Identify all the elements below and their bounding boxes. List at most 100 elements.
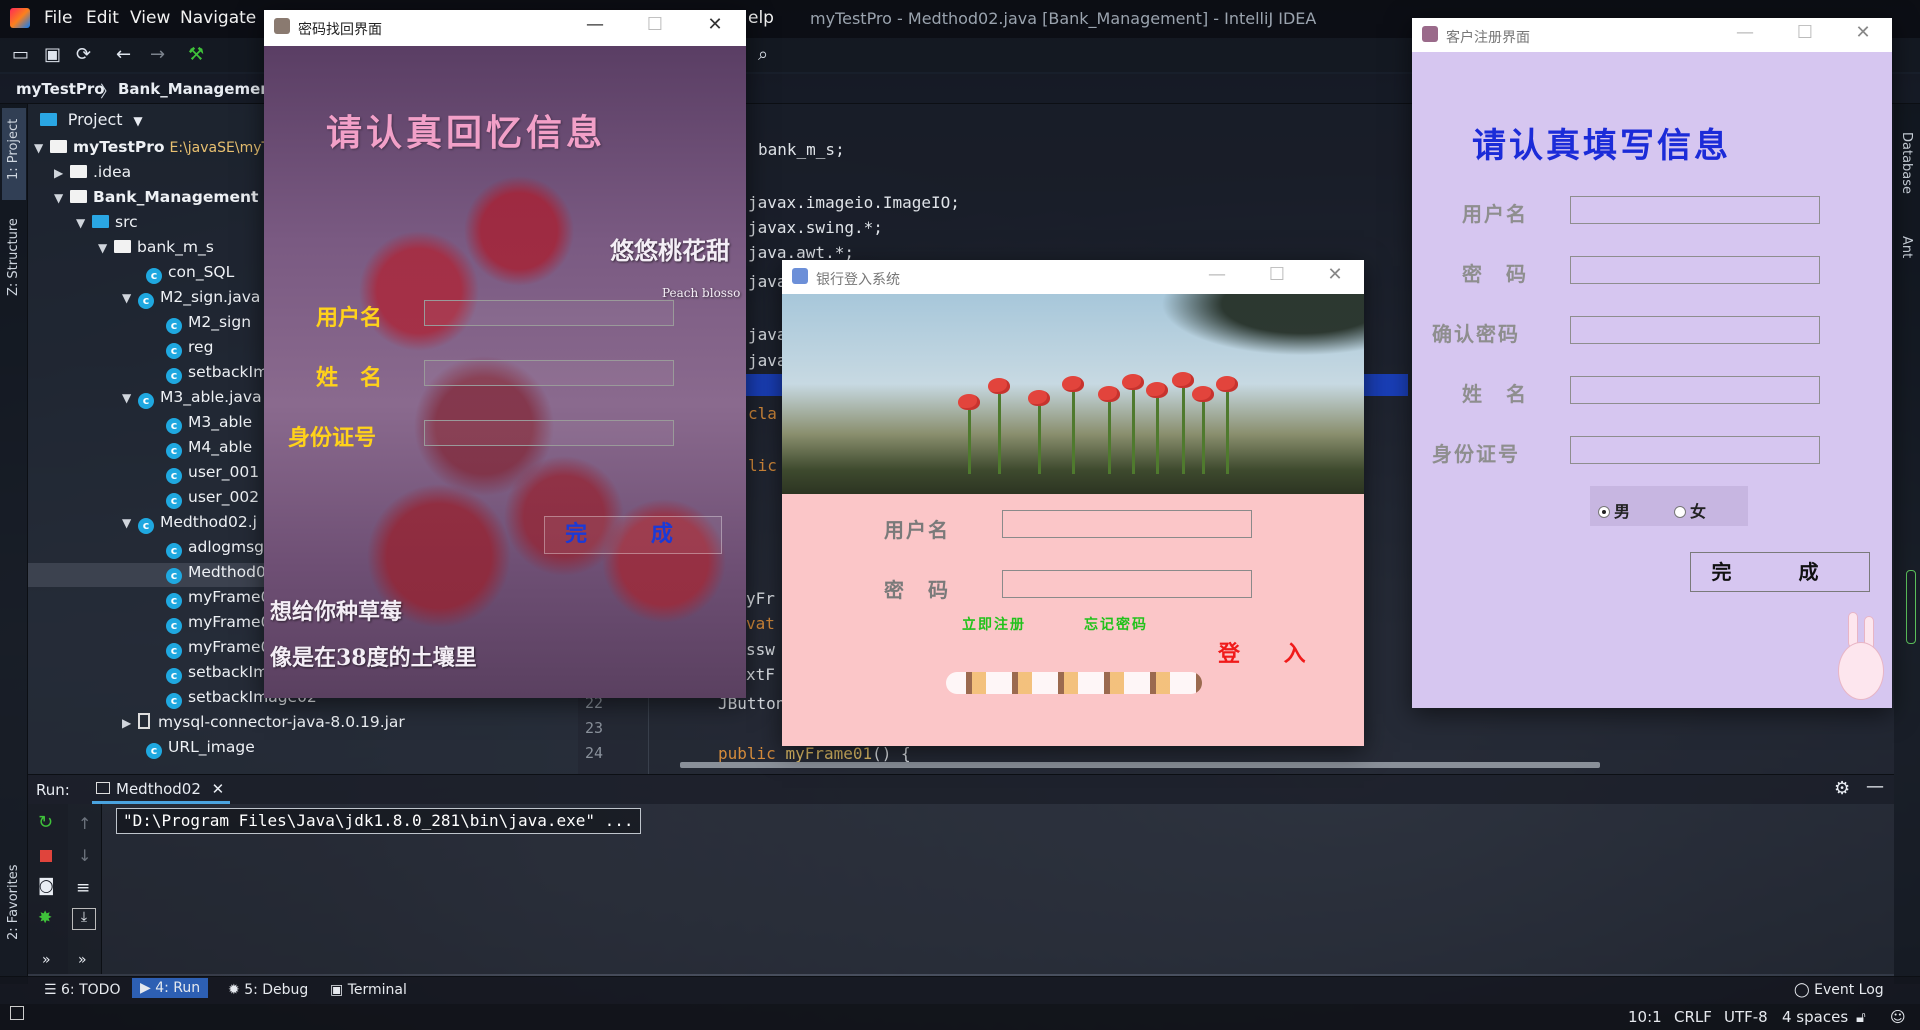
register-id-input[interactable] bbox=[1570, 436, 1820, 464]
tree-item-mysql-jar[interactable]: ▶ mysql-connector-java-8.0.19.jar bbox=[122, 713, 405, 737]
gender-male-radio[interactable]: 男 bbox=[1598, 498, 1630, 522]
tree-item-m4-able[interactable]: c M4_able bbox=[166, 438, 252, 462]
login-titlebar[interactable]: 银行登入系统 — ☐ ✕ bbox=[782, 260, 1364, 294]
save-icon[interactable]: ▣ bbox=[44, 44, 61, 65]
tree-item-user-002[interactable]: c user_002 bbox=[166, 488, 259, 512]
maximize-button[interactable]: ☐ bbox=[640, 14, 670, 35]
database-tool-label[interactable]: Database bbox=[1899, 132, 1914, 194]
recovery-username-input[interactable] bbox=[424, 300, 674, 326]
close-icon[interactable]: ✕ bbox=[212, 780, 225, 798]
minimize-button[interactable]: — bbox=[1202, 264, 1232, 285]
minimize-button[interactable]: — bbox=[580, 14, 610, 35]
event-log-tab[interactable]: ◯ Event Log bbox=[1794, 982, 1884, 998]
down-arrow-icon[interactable]: ↓ bbox=[78, 846, 91, 865]
login-username-input[interactable] bbox=[1002, 510, 1252, 538]
maximize-button[interactable]: ☐ bbox=[1790, 22, 1820, 43]
tree-item-user-001[interactable]: c user_001 bbox=[166, 463, 259, 487]
sync-icon[interactable]: ⟳ bbox=[76, 44, 91, 65]
tree-item-adlogmsg[interactable]: c adlogmsg bbox=[166, 538, 264, 562]
recovery-titlebar[interactable]: 密码找回界面 — ☐ ✕ bbox=[264, 10, 746, 46]
run-tab-medthod02[interactable]: Medthod02 ✕ bbox=[92, 776, 231, 804]
minimize-panel-icon[interactable]: — bbox=[1866, 776, 1884, 797]
project-panel-header[interactable]: Project ▼ bbox=[40, 110, 143, 129]
gender-female-radio[interactable]: 女 bbox=[1674, 498, 1706, 522]
menu-edit[interactable]: Edit bbox=[86, 8, 119, 28]
register-done-button[interactable]: 完 成 bbox=[1690, 552, 1870, 592]
more-icon[interactable]: » bbox=[42, 952, 51, 968]
login-password-input[interactable] bbox=[1002, 570, 1252, 598]
file-encoding[interactable]: UTF-8 bbox=[1724, 1008, 1768, 1026]
register-password-input[interactable] bbox=[1570, 256, 1820, 284]
indent-setting[interactable]: 4 spaces bbox=[1782, 1008, 1848, 1026]
menu-file[interactable]: File bbox=[44, 8, 72, 28]
tree-item-myframe02[interactable]: c myFrame0 bbox=[166, 613, 270, 637]
run-tab[interactable]: ▶ 4: Run bbox=[132, 978, 209, 998]
register-link[interactable]: 立即注册 bbox=[962, 614, 1026, 634]
soft-wrap-icon[interactable]: ≡ bbox=[76, 878, 90, 898]
camera-icon[interactable]: ◙ bbox=[38, 876, 55, 896]
breadcrumb-module[interactable]: Bank_Management bbox=[118, 80, 278, 98]
tree-item-m2-sign[interactable]: c M2_sign bbox=[166, 313, 251, 337]
structure-tool-label[interactable]: Z: Structure bbox=[6, 218, 21, 296]
back-arrow-icon[interactable]: ← bbox=[116, 44, 131, 65]
up-arrow-icon[interactable]: ↑ bbox=[78, 814, 91, 833]
open-folder-icon[interactable]: ▭ bbox=[12, 44, 29, 65]
close-button[interactable]: ✕ bbox=[700, 14, 730, 35]
forgot-password-link[interactable]: 忘记密码 bbox=[1084, 614, 1148, 634]
ant-tool-label[interactable]: Ant bbox=[1899, 236, 1914, 258]
tree-item-setbackim2[interactable]: c setbackIm bbox=[166, 663, 268, 687]
tree-item-myframe01[interactable]: c myFrame0 bbox=[166, 588, 270, 612]
chevron-down-icon[interactable]: ▼ bbox=[133, 114, 142, 128]
tree-item-myframe03[interactable]: c myFrame0 bbox=[166, 638, 270, 662]
scroll-to-end-icon[interactable]: ⤓ bbox=[72, 908, 96, 930]
tree-item-url-image[interactable]: c URL_image bbox=[146, 738, 255, 762]
recovery-name-input[interactable] bbox=[424, 360, 674, 386]
close-button[interactable]: ✕ bbox=[1320, 264, 1350, 285]
tree-item-src[interactable]: ▼ src bbox=[76, 213, 138, 237]
stop-icon[interactable] bbox=[40, 850, 52, 862]
recovery-done-button[interactable]: 完 成 bbox=[544, 516, 722, 554]
terminal-tab[interactable]: ▣ Terminal bbox=[330, 982, 407, 998]
favorites-tool-label[interactable]: 2: Favorites bbox=[6, 864, 21, 940]
more-icon[interactable]: » bbox=[78, 952, 87, 968]
line-separator[interactable]: CRLF bbox=[1674, 1008, 1712, 1026]
close-button[interactable]: ✕ bbox=[1848, 22, 1878, 43]
gear-icon[interactable]: ⚙ bbox=[1834, 778, 1850, 799]
menu-view[interactable]: View bbox=[130, 8, 170, 28]
tree-item-m2-sign-java[interactable]: ▼ c M2_sign.java bbox=[122, 288, 260, 312]
debug-bug-icon[interactable]: ✸ bbox=[38, 908, 52, 928]
tree-item-mytestpro[interactable]: ▼ myTestPro E:\javaSE\myT bbox=[34, 138, 270, 162]
login-button[interactable]: 登 入 bbox=[1218, 636, 1324, 668]
forward-arrow-icon[interactable]: → bbox=[150, 44, 165, 65]
tree-item-con-sql[interactable]: c con_SQL bbox=[146, 263, 234, 287]
tree-item-bank-management[interactable]: ▼ Bank_Management bbox=[54, 188, 258, 212]
breadcrumb-project[interactable]: myTestPro bbox=[16, 80, 105, 98]
tree-item-setbackim[interactable]: c setbackIm bbox=[166, 363, 268, 387]
register-name-input[interactable] bbox=[1570, 376, 1820, 404]
tree-item-bank-m-s[interactable]: ▼ bank_m_s bbox=[98, 238, 214, 262]
build-hammer-icon[interactable]: ⚒ bbox=[188, 44, 204, 65]
register-titlebar[interactable]: 客户注册界面 — ☐ ✕ bbox=[1412, 18, 1892, 52]
register-confirm-input[interactable] bbox=[1570, 316, 1820, 344]
horizontal-scrollbar[interactable] bbox=[680, 762, 1600, 768]
menu-navigate[interactable]: Navigate bbox=[180, 8, 256, 28]
tree-item-medthod02-java[interactable]: ▼ c Medthod02.j bbox=[122, 513, 257, 537]
debug-tab[interactable]: ✹ 5: Debug bbox=[228, 982, 308, 998]
memory-indicator-icon[interactable]: ☺ bbox=[1890, 1008, 1906, 1026]
search-icon[interactable]: ⌕ bbox=[758, 44, 768, 65]
vertical-scrollbar[interactable] bbox=[1906, 570, 1916, 644]
caret-position[interactable]: 10:1 bbox=[1628, 1008, 1662, 1026]
lock-icon[interactable]: 🔓︎ bbox=[1856, 1008, 1866, 1026]
maximize-button[interactable]: ☐ bbox=[1262, 264, 1292, 285]
menu-help[interactable]: elp bbox=[748, 8, 774, 28]
tree-item-m3-able[interactable]: c M3_able bbox=[166, 413, 252, 437]
tree-item-reg[interactable]: c reg bbox=[166, 338, 213, 362]
recovery-id-input[interactable] bbox=[424, 420, 674, 446]
panel-toggle-icon[interactable] bbox=[10, 1006, 24, 1020]
todo-tab[interactable]: ☰ 6: TODO bbox=[44, 982, 120, 998]
minimize-button[interactable]: — bbox=[1730, 22, 1760, 43]
rerun-icon[interactable]: ↻ bbox=[38, 812, 53, 833]
register-username-input[interactable] bbox=[1570, 196, 1820, 224]
tree-item-idea[interactable]: ▶ .idea bbox=[54, 163, 131, 187]
tree-item-m3-able-java[interactable]: ▼ c M3_able.java bbox=[122, 388, 262, 412]
